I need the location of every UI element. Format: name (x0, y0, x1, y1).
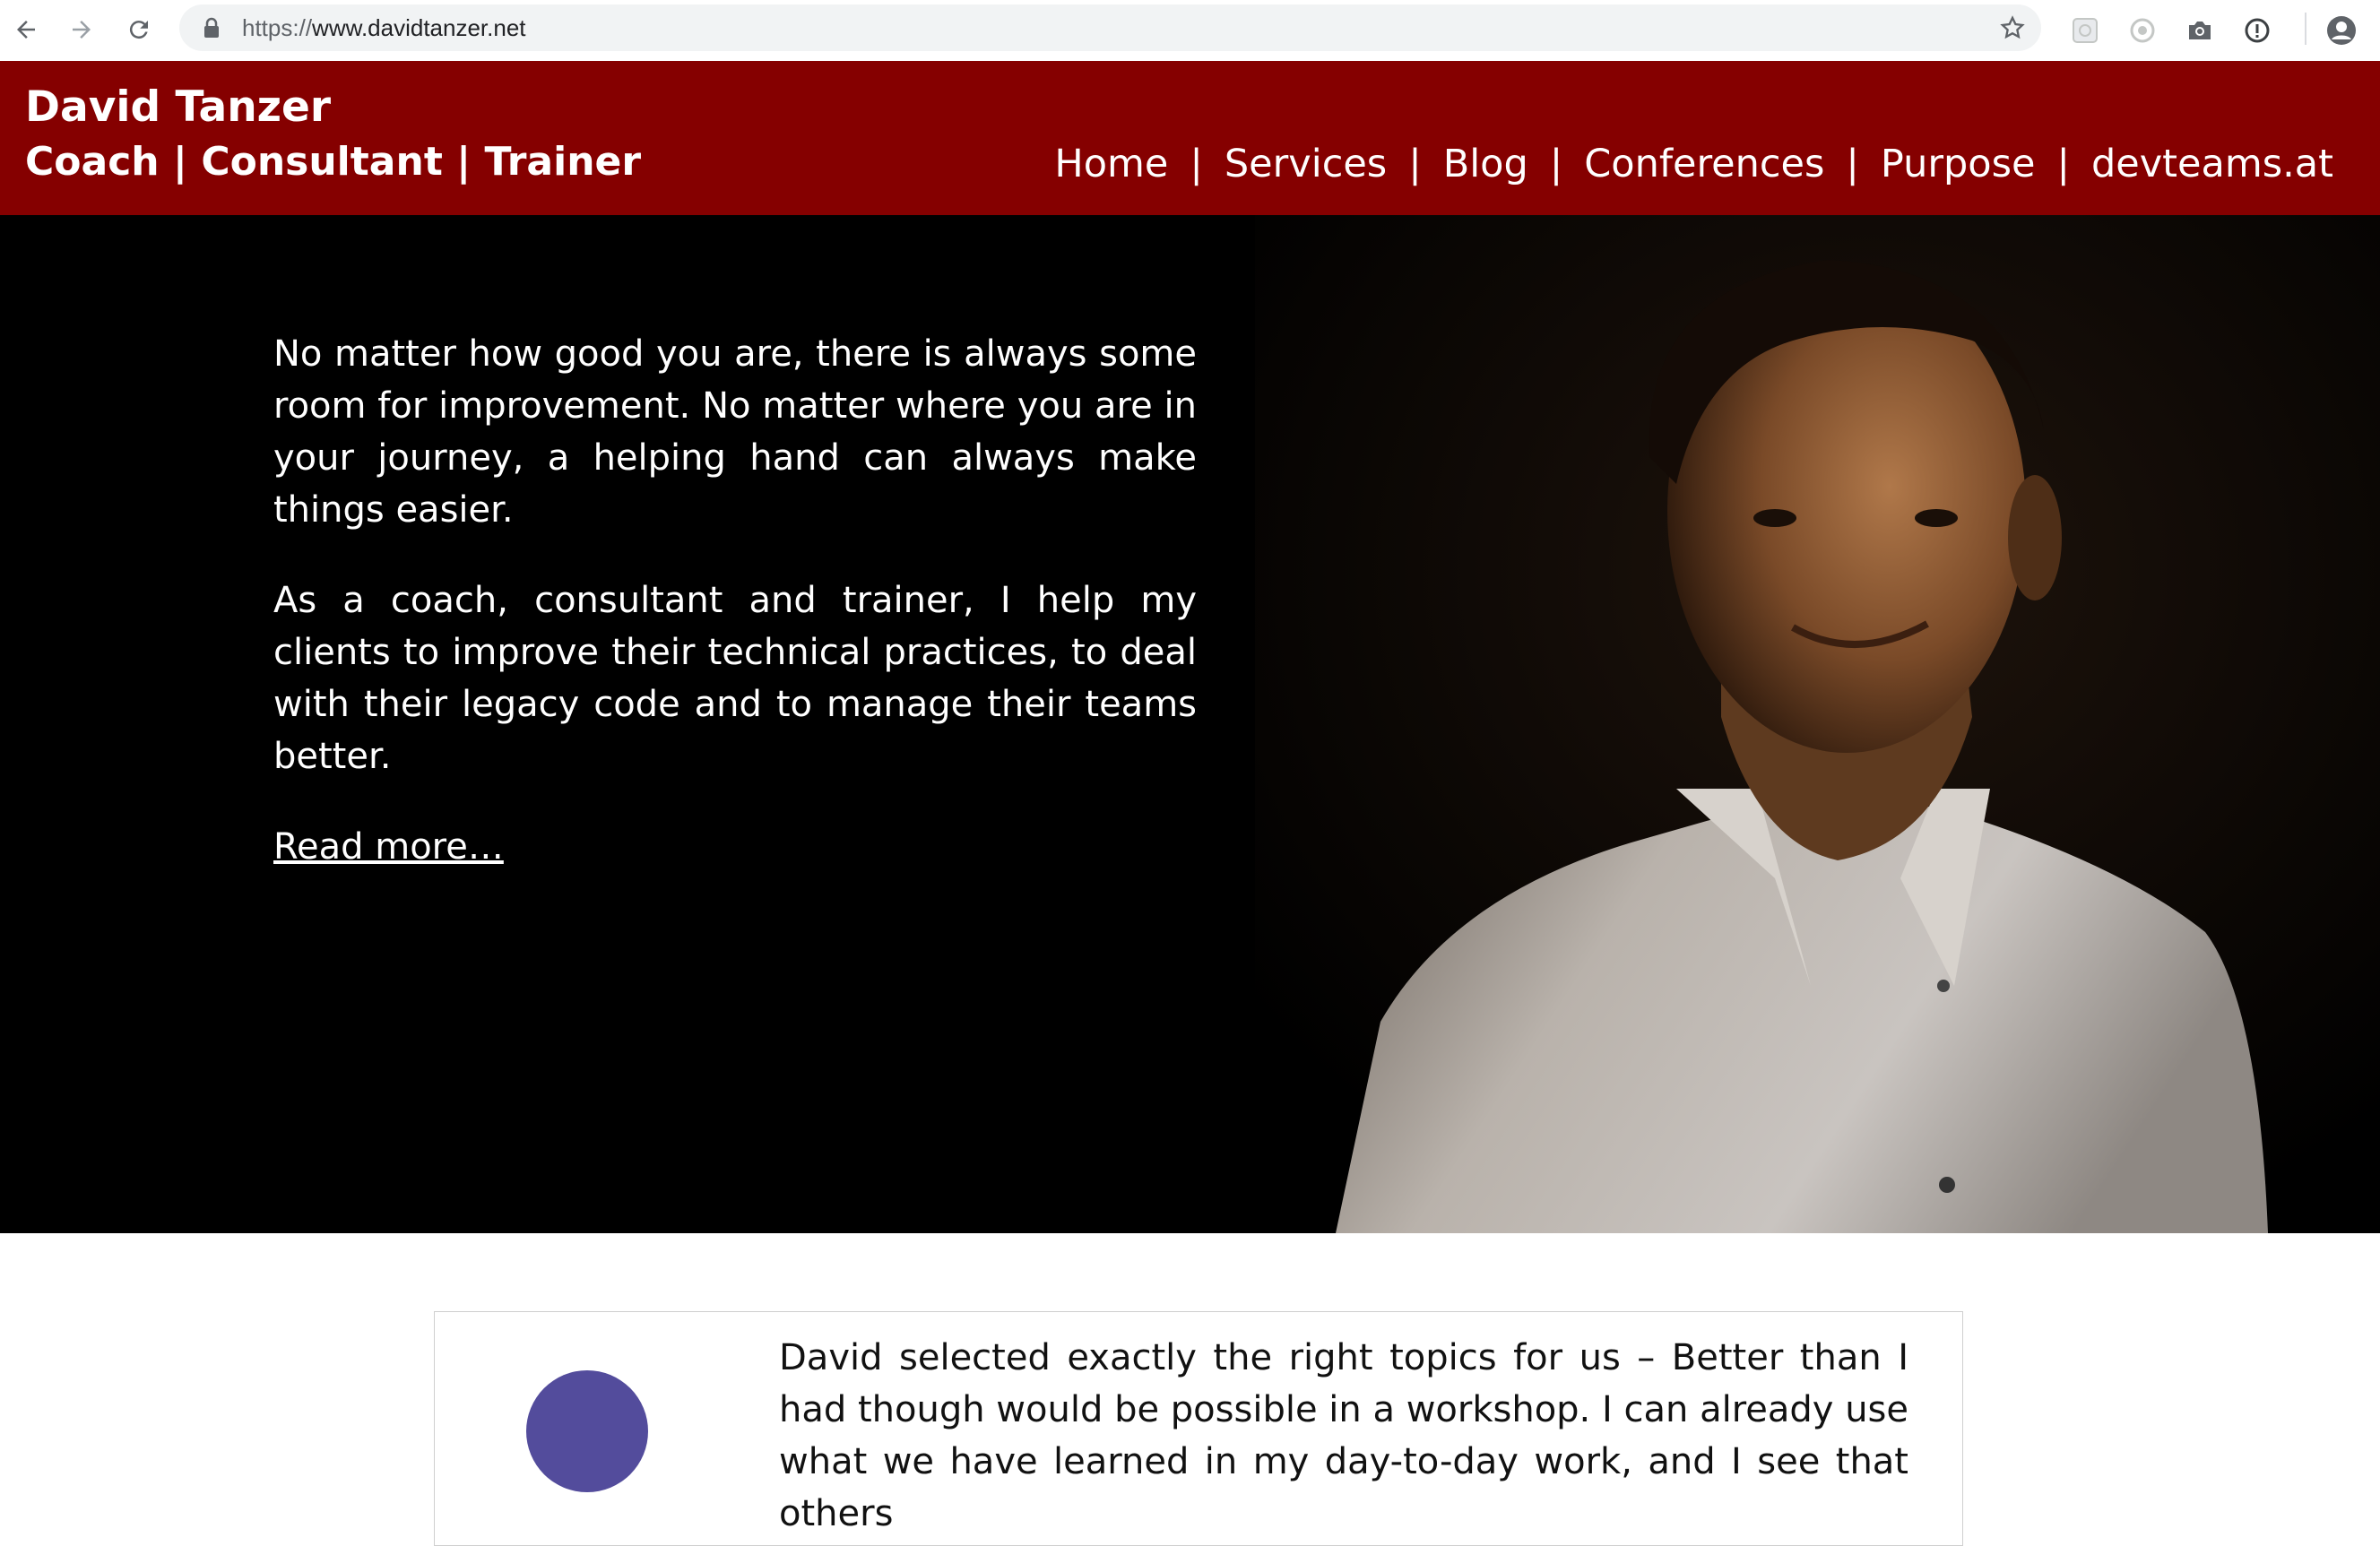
toolbar-divider (2305, 13, 2306, 45)
nav-purpose[interactable]: Purpose (1881, 142, 2036, 186)
info-button[interactable] (2237, 11, 2277, 50)
browser-toolbar: https://www.davidtanzer.net (0, 0, 2380, 62)
nav-blog[interactable]: Blog (1443, 142, 1528, 186)
profile-button[interactable] (2322, 11, 2361, 50)
extension-icon (2073, 18, 2098, 43)
nav-separator: | (2056, 142, 2070, 186)
url-text: https://www.davidtanzer.net (242, 14, 526, 41)
nav-separator: | (1190, 142, 1203, 186)
portrait-photo (1255, 215, 2380, 1233)
extension-button[interactable] (2123, 11, 2162, 50)
site-tagline: Coach | Consultant | Trainer (25, 139, 642, 185)
extension-button[interactable] (2065, 11, 2105, 50)
main-navigation: Home | Services | Blog | Conferences | P… (1054, 142, 2333, 186)
camera-icon (2189, 22, 2211, 39)
nav-services[interactable]: Services (1225, 142, 1387, 186)
extension-icon (2130, 18, 2155, 43)
testimonial-quote: David selected exactly the right topics … (779, 1332, 1908, 1540)
forward-arrow-icon (73, 21, 91, 39)
read-more-link[interactable]: Read more… (273, 826, 504, 868)
nav-home[interactable]: Home (1054, 142, 1168, 186)
info-icon (2245, 18, 2270, 43)
nav-separator: | (1846, 142, 1859, 186)
back-button[interactable] (4, 7, 48, 52)
nav-conferences[interactable]: Conferences (1584, 142, 1824, 186)
hero-paragraph: No matter how good you are, there is alw… (273, 333, 1197, 531)
nav-separator: | (1549, 142, 1563, 186)
hero-section: No matter how good you are, there is alw… (0, 215, 2380, 1233)
lock-icon (204, 17, 219, 38)
profile-icon (2327, 16, 2356, 45)
star-icon[interactable] (2000, 15, 2025, 40)
avatar (526, 1370, 648, 1492)
nav-separator: | (1408, 142, 1422, 186)
testimonial-card: David selected exactly the right topics … (434, 1311, 1963, 1546)
hero-text: No matter how good you are, there is alw… (273, 328, 1197, 911)
site-title[interactable]: David Tanzer (25, 82, 331, 132)
reload-icon (129, 21, 148, 39)
screenshot-button[interactable] (2180, 11, 2220, 50)
hero-paragraph: As a coach, consultant and trainer, I he… (273, 580, 1197, 777)
site-header: David Tanzer Coach | Consultant | Traine… (0, 61, 2380, 215)
nav-devteams[interactable]: devteams.at (2091, 142, 2333, 186)
forward-button[interactable] (59, 7, 104, 52)
back-arrow-icon (17, 21, 35, 39)
reload-button[interactable] (117, 7, 161, 52)
quote-text: David selected exactly the right topics … (779, 1337, 1908, 1534)
address-bar[interactable]: https://www.davidtanzer.net (179, 4, 2041, 51)
